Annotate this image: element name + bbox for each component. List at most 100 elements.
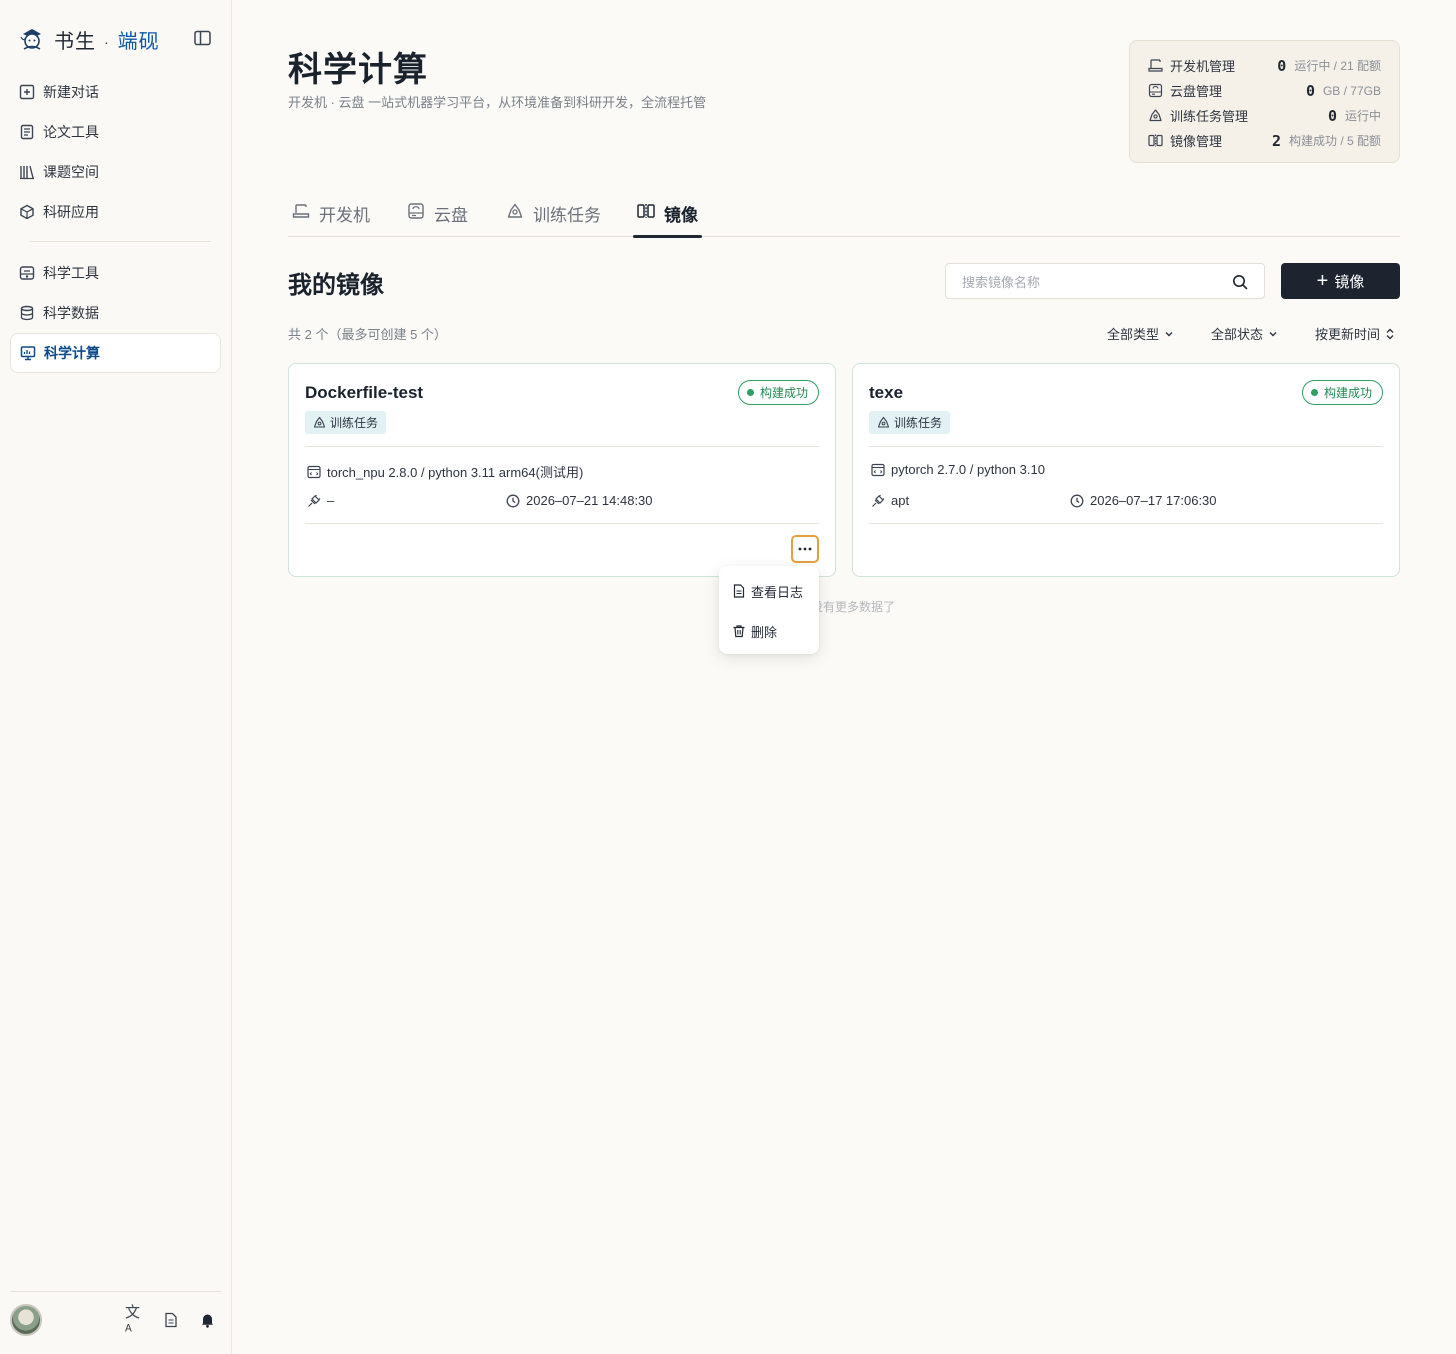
summary-unit: 运行中 / 21 配额 — [1294, 59, 1381, 73]
sidebar-item-science-compute[interactable]: 科学计算 — [10, 333, 221, 373]
search-box — [945, 263, 1265, 299]
avatar[interactable] — [10, 1304, 42, 1336]
status-badge: 构建成功 — [737, 380, 819, 405]
sidebar-item-research-apps[interactable]: 科研应用 — [10, 192, 221, 232]
devmachine-icon — [292, 204, 310, 218]
monitor-icon — [20, 346, 36, 361]
sidebar-item-label: 科学工具 — [43, 265, 99, 281]
summary-row-disk[interactable]: 云盘管理 0 GB / 77GB — [1148, 78, 1381, 103]
plus-square-icon — [19, 84, 35, 100]
sidebar-footer-icons: 文ᴬ — [125, 1304, 145, 1339]
sidebar-footer-divider — [10, 1291, 221, 1292]
sidebar-item-label: 科学数据 — [43, 305, 99, 321]
plug-icon — [308, 494, 321, 507]
sidebar-item-science-data[interactable]: 科学数据 — [10, 293, 221, 333]
base-image-info: torch_npu 2.8.0 / python 3.11 arm64(测试用) — [307, 462, 583, 481]
trash-icon — [733, 625, 745, 638]
filter-status-label: 全部状态 — [1211, 327, 1264, 342]
status-label: 构建成功 — [1323, 386, 1372, 400]
menu-item-label: 查看日志 — [751, 584, 804, 600]
install-source-info: – — [307, 493, 334, 508]
tab-label: 镜像 — [664, 206, 698, 225]
type-tag-label: 训练任务 — [330, 416, 379, 430]
tab-training[interactable]: 训练任务 — [506, 195, 601, 237]
sidebar-item-new-chat[interactable]: 新建对话 — [10, 72, 221, 112]
tab-devmachine[interactable]: 开发机 — [292, 195, 370, 237]
sidebar-item-science-tools[interactable]: 科学工具 — [10, 253, 221, 293]
image-name: texe — [869, 383, 904, 402]
summary-value: 2 — [1271, 131, 1281, 150]
brand-separator: · — [104, 36, 110, 52]
base-image-text: pytorch 2.7.0 / python 3.10 — [891, 462, 1045, 477]
summary-label: 训练任务管理 — [1170, 109, 1249, 124]
add-image-label: 镜像 — [1334, 273, 1365, 291]
chevron-down-icon — [1165, 331, 1173, 336]
menu-item-delete[interactable]: 删除 — [719, 616, 819, 646]
image-card[interactable]: texe 构建成功 训练任务 pytorch 2.7.0 / python 3.… — [852, 363, 1400, 577]
summary-unit: 运行中 — [1344, 109, 1381, 123]
menu-item-label: 删除 — [751, 624, 778, 640]
translate-icon[interactable]: 文ᴬ — [125, 1304, 145, 1339]
training-icon — [877, 416, 890, 428]
base-image-info: pytorch 2.7.0 / python 3.10 — [871, 462, 1045, 477]
image-icon — [637, 204, 655, 218]
sidebar-item-paper-tools[interactable]: 论文工具 — [10, 112, 221, 152]
menu-item-view-log[interactable]: 查看日志 — [719, 576, 819, 606]
more-actions-button[interactable] — [791, 535, 819, 563]
image-count-text: 共 2 个（最多可创建 5 个） — [288, 327, 447, 342]
sidebar-item-topic-space[interactable]: 课题空间 — [10, 152, 221, 192]
sidebar-toggle-icon[interactable] — [194, 30, 212, 46]
scholar-logo-icon — [20, 29, 41, 50]
summary-unit: GB / 77GB — [1322, 83, 1381, 98]
brand-name-main: 书生 — [54, 30, 96, 53]
clock-icon — [506, 494, 520, 507]
sidebar-item-label: 科研应用 — [43, 204, 99, 220]
sidebar-item-label: 课题空间 — [43, 164, 99, 180]
no-more-data-text: 没有更多数据了 — [811, 600, 896, 614]
page-subtitle: 开发机 · 云盘 一站式机器学习平台，从环境准备到科研开发，全流程托管 — [288, 95, 707, 110]
sidebar: 书生 · 端砚 新建对话 论文工具 课题空间 科研应用 科学工具 科学数据 科学… — [0, 0, 232, 1354]
update-time-info: 2026–07–21 14:48:30 — [506, 493, 653, 508]
summary-row-devmachine[interactable]: 开发机管理 0 运行中 / 21 配额 — [1148, 53, 1381, 78]
summary-value: 0 — [1327, 106, 1337, 125]
search-icon[interactable] — [1232, 274, 1248, 290]
bell-icon[interactable] — [197, 1310, 217, 1330]
tab-disk[interactable]: 云盘 — [407, 195, 468, 237]
update-time-text: 2026–07–17 17:06:30 — [1090, 493, 1217, 508]
filter-type-dropdown[interactable]: 全部类型 — [1107, 324, 1174, 343]
summary-label: 开发机管理 — [1170, 59, 1236, 74]
file-icon[interactable] — [161, 1310, 181, 1330]
status-dot — [746, 389, 754, 396]
sort-dropdown[interactable]: 按更新时间 — [1315, 324, 1395, 343]
brand-logo[interactable]: 书生 · 端砚 — [18, 24, 160, 54]
more-actions-menu: 查看日志 删除 — [719, 566, 819, 654]
brand-name: 书生 · 端砚 — [54, 25, 160, 54]
training-icon — [313, 416, 326, 428]
filter-status-dropdown[interactable]: 全部状态 — [1211, 324, 1278, 343]
resource-summary-panel: 开发机管理 0 运行中 / 21 配额 云盘管理 0 GB / 77GB 训练任… — [1129, 40, 1400, 163]
card-divider — [869, 446, 1383, 447]
status-dot — [1310, 389, 1318, 396]
tab-bar: 开发机 云盘 训练任务 镜像 — [288, 195, 1400, 238]
tab-label: 云盘 — [434, 206, 468, 225]
tab-image[interactable]: 镜像 — [633, 195, 702, 238]
summary-row-image[interactable]: 镜像管理 2 构建成功 / 5 配额 — [1148, 128, 1381, 153]
toolbox-icon — [19, 266, 35, 280]
nav-divider — [30, 241, 211, 242]
summary-row-training[interactable]: 训练任务管理 0 运行中 — [1148, 103, 1381, 128]
brand-name-accent: 端砚 — [117, 30, 160, 53]
summary-label: 镜像管理 — [1170, 134, 1223, 149]
sidebar-item-label: 论文工具 — [43, 124, 99, 140]
update-time-info: 2026–07–17 17:06:30 — [1070, 493, 1217, 508]
disk-icon — [1148, 83, 1163, 98]
image-name: Dockerfile-test — [305, 383, 424, 402]
disk-icon — [408, 203, 424, 219]
search-input[interactable] — [962, 272, 1222, 292]
sort-icon — [1386, 328, 1394, 339]
add-image-button[interactable]: + 镜像 — [1281, 263, 1400, 299]
plug-icon — [872, 494, 885, 507]
image-card[interactable]: Dockerfile-test 构建成功 训练任务 torch_npu 2.8.… — [288, 363, 836, 577]
type-tag: 训练任务 — [869, 411, 951, 434]
section-title: 我的镜像 — [288, 273, 384, 299]
sidebar-footer-file — [161, 1310, 181, 1330]
